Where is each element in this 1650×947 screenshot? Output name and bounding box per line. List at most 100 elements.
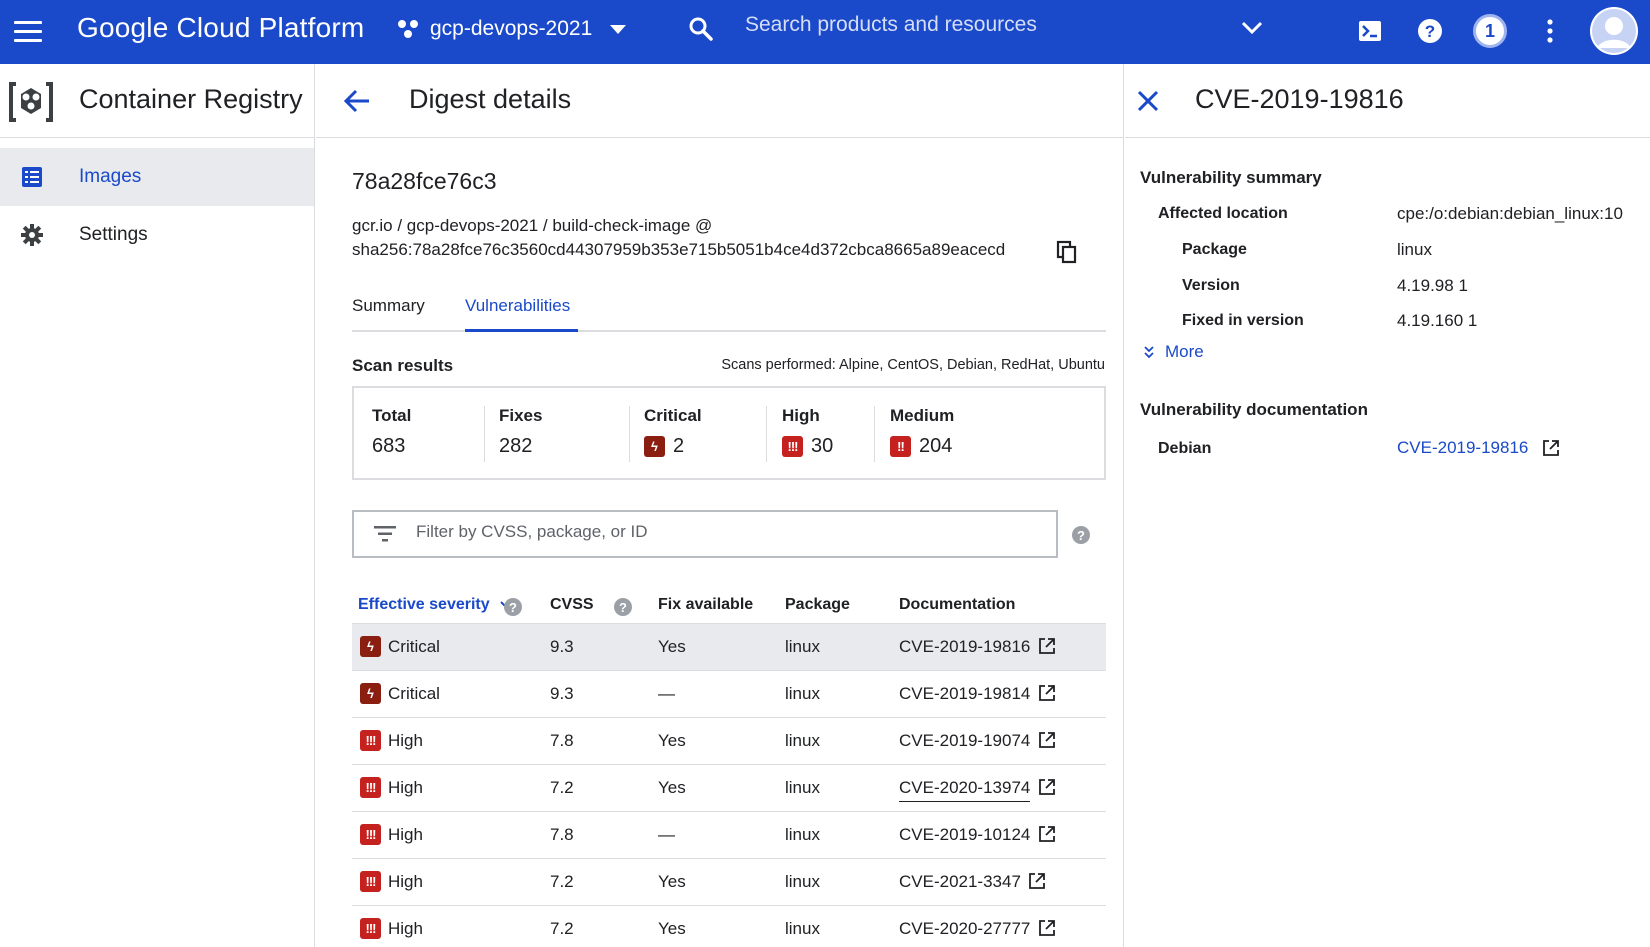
fix-cell: Yes: [658, 872, 686, 891]
stat-critical: Critical ϟ2: [644, 406, 702, 457]
critical-bolt-icon: ϟ: [644, 436, 665, 457]
high-severity-icon: !!!: [360, 871, 381, 892]
version-label: Version: [1182, 277, 1240, 294]
table-row[interactable]: ϟ Critical 9.3 Yes linux CVE-2019-19816: [352, 624, 1106, 671]
stat-total: Total 683: [372, 406, 412, 457]
sidebar-item-images[interactable]: Images: [0, 148, 314, 206]
package-cell: linux: [785, 872, 820, 891]
table-row[interactable]: !!! High 7.2 Yes linux CVE-2020-27777: [352, 906, 1106, 947]
documentation-link[interactable]: CVE-2020-27777: [899, 919, 1030, 939]
cvss-cell: 7.8: [550, 825, 574, 844]
package-cell: linux: [785, 778, 820, 797]
documentation-link[interactable]: CVE-2020-13974: [899, 778, 1031, 802]
notifications-badge[interactable]: 1: [1472, 13, 1508, 49]
cvss-cell: 7.2: [550, 778, 574, 797]
filter-help-icon[interactable]: ?: [1072, 526, 1090, 544]
package-cell: linux: [785, 919, 820, 938]
cloud-shell-terminal-icon[interactable]: [1352, 13, 1388, 49]
search-input[interactable]: Search products and resources: [745, 13, 1215, 37]
filter-icon: [374, 526, 396, 542]
fix-cell: Yes: [658, 919, 686, 938]
documentation-link[interactable]: CVE-2019-19816: [899, 637, 1030, 657]
col-header-package[interactable]: Package: [785, 596, 850, 614]
documentation-link[interactable]: CVE-2019-10124: [899, 825, 1030, 845]
fix-cell: Yes: [658, 778, 686, 797]
active-tab-indicator: [465, 329, 578, 332]
stat-total-value: 683: [372, 435, 406, 457]
external-link-icon[interactable]: [1038, 919, 1056, 937]
debian-cve-link[interactable]: CVE-2019-19816: [1397, 438, 1560, 458]
search-expand-chevron-icon[interactable]: [1240, 20, 1264, 41]
severity-cell: High: [388, 825, 423, 844]
table-row[interactable]: !!! High 7.8 Yes linux CVE-2019-19074: [352, 718, 1106, 765]
documentation-link[interactable]: CVE-2021-3347: [899, 872, 1021, 892]
brand-title[interactable]: Google Cloud Platform: [77, 12, 364, 44]
stat-critical-value: 2: [673, 435, 685, 457]
cvss-help-icon[interactable]: ?: [614, 598, 632, 616]
list-icon: [20, 165, 44, 189]
external-link-icon[interactable]: [1038, 684, 1056, 702]
back-arrow-icon[interactable]: [342, 86, 372, 116]
tab-summary[interactable]: Summary: [352, 296, 425, 316]
documentation-link[interactable]: CVE-2019-19814: [899, 684, 1030, 704]
package-value: linux: [1397, 240, 1432, 259]
documentation-link[interactable]: CVE-2019-19074: [899, 731, 1030, 751]
table-row[interactable]: !!! High 7.8 — linux CVE-2019-10124: [352, 812, 1106, 859]
package-cell: linux: [785, 684, 820, 703]
stat-divider: [484, 406, 485, 462]
tab-vulnerabilities[interactable]: Vulnerabilities: [465, 296, 570, 316]
filter-input[interactable]: [416, 522, 1036, 542]
external-link-icon[interactable]: [1038, 825, 1056, 843]
account-avatar[interactable]: [1590, 7, 1638, 55]
critical-bolt-icon: ϟ: [360, 683, 381, 704]
table-row[interactable]: !!! High 7.2 Yes linux CVE-2021-3347: [352, 859, 1106, 906]
more-toggle[interactable]: More: [1143, 342, 1204, 362]
stat-medium: Medium !! 204: [890, 406, 955, 457]
external-link-icon: [1543, 440, 1560, 456]
external-link-icon[interactable]: [1038, 637, 1056, 655]
digest-header: Digest details: [316, 64, 1123, 138]
cve-detail-panel: CVE-2019-19816 Vulnerability summary Aff…: [1125, 64, 1650, 947]
image-path: gcr.io / gcp-devops-2021 / build-check-i…: [352, 216, 713, 235]
sidebar-item-label: Images: [79, 166, 142, 187]
version-value: 4.19.98 1: [1397, 276, 1468, 295]
fix-cell: —: [658, 684, 675, 703]
package-cell: linux: [785, 825, 820, 844]
fix-cell: Yes: [658, 637, 686, 656]
filter-bar[interactable]: [352, 510, 1058, 558]
critical-bolt-icon: ϟ: [360, 636, 381, 657]
more-vert-icon[interactable]: [1532, 13, 1568, 49]
col-header-cvss[interactable]: CVSS: [550, 596, 594, 614]
close-icon[interactable]: [1133, 86, 1163, 116]
medium-severity-icon: !!: [890, 436, 911, 457]
stat-divider: [874, 406, 875, 462]
severity-help-icon[interactable]: ?: [504, 598, 522, 616]
vulnerability-summary-heading: Vulnerability summary: [1140, 168, 1322, 187]
col-header-fix[interactable]: Fix available: [658, 596, 753, 614]
sidebar-item-settings[interactable]: Settings: [0, 206, 314, 264]
help-icon[interactable]: ?: [1412, 13, 1448, 49]
scan-results-title: Scan results: [352, 356, 454, 375]
hamburger-menu-icon[interactable]: [14, 14, 48, 48]
package-cell: linux: [785, 637, 820, 656]
cve-header: CVE-2019-19816: [1125, 64, 1650, 138]
project-selector[interactable]: gcp-devops-2021: [398, 17, 627, 41]
col-header-documentation[interactable]: Documentation: [899, 596, 1015, 614]
svg-text:?: ?: [1425, 22, 1435, 41]
stat-divider: [766, 406, 767, 462]
detail-tabs: Summary Vulnerabilities: [352, 284, 1106, 332]
high-severity-icon: !!!: [782, 436, 803, 457]
search-icon[interactable]: [688, 16, 716, 44]
external-link-icon[interactable]: [1038, 778, 1056, 796]
cvss-cell: 7.2: [550, 919, 574, 938]
copy-icon[interactable]: [1056, 240, 1080, 264]
table-row[interactable]: !!! High 7.2 Yes linux CVE-2020-13974: [352, 765, 1106, 812]
table-row[interactable]: ϟ Critical 9.3 — linux CVE-2019-19814: [352, 671, 1106, 718]
stat-high-value: 30: [811, 435, 834, 457]
external-link-icon[interactable]: [1028, 872, 1046, 890]
col-header-severity[interactable]: Effective severity: [358, 596, 512, 614]
cvss-cell: 7.8: [550, 731, 574, 750]
severity-cell: Critical: [388, 684, 440, 703]
left-sidebar: Container Registry Images Settings: [0, 64, 315, 947]
external-link-icon[interactable]: [1038, 731, 1056, 749]
